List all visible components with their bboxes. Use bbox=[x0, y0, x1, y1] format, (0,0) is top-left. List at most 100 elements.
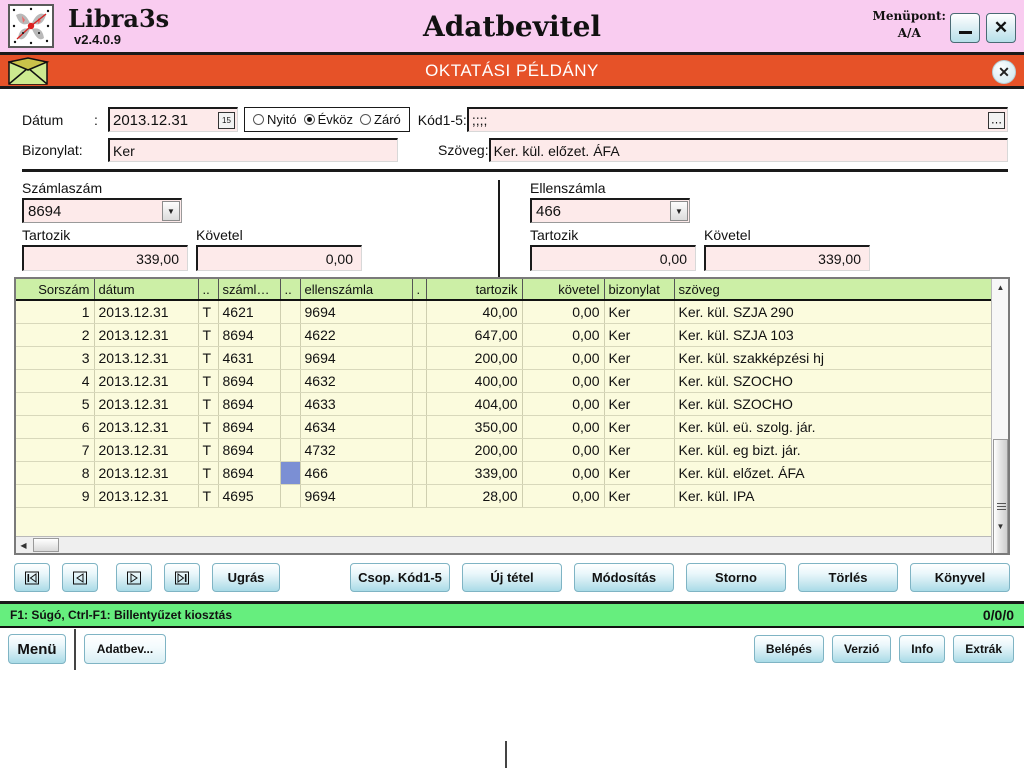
grid-horizontal-scrollbar[interactable]: ◀ bbox=[16, 536, 991, 553]
cell-dot[interactable] bbox=[412, 346, 427, 370]
cell-mark[interactable] bbox=[280, 300, 301, 324]
cell-szoveg[interactable]: Ker. kül. szakképzési hj bbox=[674, 346, 995, 370]
cell-dot[interactable] bbox=[412, 438, 427, 462]
prev-record-button[interactable] bbox=[62, 563, 98, 592]
cell-tk[interactable]: T bbox=[198, 346, 219, 370]
date-input[interactable]: 2013.12.31 15 bbox=[108, 107, 238, 132]
storno-button[interactable]: Storno bbox=[686, 563, 786, 592]
cell-tk[interactable]: T bbox=[198, 438, 219, 462]
column-header-datum[interactable]: dátum bbox=[94, 279, 199, 301]
radio-nyito[interactable]: Nyitó bbox=[253, 112, 297, 127]
cell-mark[interactable] bbox=[280, 323, 301, 347]
cell-mark[interactable] bbox=[280, 484, 301, 508]
cell-szoveg[interactable]: Ker. kül. SZOCHO bbox=[674, 369, 995, 393]
cell-szoveg[interactable]: Ker. kül. SZOCHO bbox=[674, 392, 995, 416]
cell-kovetel[interactable]: 0,00 bbox=[522, 461, 605, 485]
ugras-button[interactable]: Ugrás bbox=[212, 563, 280, 592]
cell-datum[interactable]: 2013.12.31 bbox=[94, 346, 199, 370]
column-header-bizonylat[interactable]: bizonylat bbox=[604, 279, 675, 301]
table-row[interactable]: 8 2013.12.31 T 8694 466 339,00 0,00 Ker Ker. kül… bbox=[16, 460, 995, 485]
cell-sorszam[interactable]: 7 bbox=[16, 438, 95, 462]
cell-sorszam[interactable]: 9 bbox=[16, 484, 95, 508]
cell-ellenszamla[interactable]: 9694 bbox=[300, 484, 413, 508]
cell-szoveg[interactable]: Ker. kül. eü. szolg. jár. bbox=[674, 415, 995, 439]
last-record-button[interactable] bbox=[164, 563, 200, 592]
cell-szoveg[interactable]: Ker. kül. eg bizt. jár. bbox=[674, 438, 995, 462]
belepes-button[interactable]: Belépés bbox=[753, 635, 824, 663]
cell-dot[interactable] bbox=[412, 484, 427, 508]
column-header-dot[interactable]: . bbox=[412, 279, 427, 301]
cell-sorszam[interactable]: 5 bbox=[16, 392, 95, 416]
cell-tartozik[interactable]: 339,00 bbox=[426, 461, 523, 485]
next-record-button[interactable] bbox=[116, 563, 152, 592]
column-header-kovetel[interactable]: követel bbox=[522, 279, 605, 301]
cell-szamla[interactable]: 8694 bbox=[218, 438, 281, 462]
column-header-sorszam[interactable]: Sorszám bbox=[16, 279, 95, 301]
cell-tk[interactable]: T bbox=[198, 300, 219, 324]
uj-tetel-button[interactable]: Új tétel bbox=[462, 563, 562, 592]
cell-kovetel[interactable]: 0,00 bbox=[522, 392, 605, 416]
cell-kovetel[interactable]: 0,00 bbox=[522, 346, 605, 370]
cell-mark[interactable] bbox=[280, 392, 301, 416]
triangle-up-icon[interactable]: ▲ bbox=[992, 279, 1008, 296]
cell-tartozik[interactable]: 404,00 bbox=[426, 392, 523, 416]
cell-kovetel[interactable]: 0,00 bbox=[522, 300, 605, 324]
table-row[interactable]: 3 2013.12.31 T 4631 9694 200,00 0,00 Ker Ker. kü… bbox=[16, 346, 995, 370]
szamlaszam-combo[interactable]: 8694 ▼ bbox=[22, 198, 182, 223]
first-record-button[interactable] bbox=[14, 563, 50, 592]
cell-bizonylat[interactable]: Ker bbox=[604, 300, 675, 324]
cell-ellenszamla[interactable]: 4622 bbox=[300, 323, 413, 347]
table-row[interactable]: 1 2013.12.31 T 4621 9694 40,00 0,00 Ker Ker. kül… bbox=[16, 300, 995, 324]
cell-kovetel[interactable]: 0,00 bbox=[522, 415, 605, 439]
cell-tk[interactable]: T bbox=[198, 415, 219, 439]
cell-ellenszamla[interactable]: 4632 bbox=[300, 369, 413, 393]
ellenszamla-kovetel-input[interactable]: 339,00 bbox=[704, 245, 870, 271]
cell-datum[interactable]: 2013.12.31 bbox=[94, 484, 199, 508]
cell-dot[interactable] bbox=[412, 323, 427, 347]
cell-tartozik[interactable]: 350,00 bbox=[426, 415, 523, 439]
torles-button[interactable]: Törlés bbox=[798, 563, 898, 592]
cell-szamla[interactable]: 4631 bbox=[218, 346, 281, 370]
cell-tk[interactable]: T bbox=[198, 369, 219, 393]
cell-ellenszamla[interactable]: 4732 bbox=[300, 438, 413, 462]
cell-sorszam[interactable]: 8 bbox=[16, 461, 95, 485]
cell-szamla[interactable]: 8694 bbox=[218, 369, 281, 393]
cell-mark[interactable] bbox=[280, 346, 301, 370]
cell-datum[interactable]: 2013.12.31 bbox=[94, 300, 199, 324]
cell-szoveg[interactable]: Ker. kül. IPA bbox=[674, 484, 995, 508]
ellenszamla-combo[interactable]: 466 ▼ bbox=[530, 198, 690, 223]
cell-mark[interactable] bbox=[280, 438, 301, 462]
cell-dot[interactable] bbox=[412, 369, 427, 393]
cell-kovetel[interactable]: 0,00 bbox=[522, 438, 605, 462]
column-header-ellenszamla[interactable]: ellenszámla bbox=[300, 279, 413, 301]
triangle-left-icon[interactable]: ◀ bbox=[16, 537, 31, 553]
cell-szamla[interactable]: 4695 bbox=[218, 484, 281, 508]
cell-tartozik[interactable]: 200,00 bbox=[426, 438, 523, 462]
cell-sorszam[interactable]: 3 bbox=[16, 346, 95, 370]
cell-datum[interactable]: 2013.12.31 bbox=[94, 415, 199, 439]
cell-tartozik[interactable]: 28,00 bbox=[426, 484, 523, 508]
modositas-button[interactable]: Módosítás bbox=[574, 563, 674, 592]
table-row[interactable]: 4 2013.12.31 T 8694 4632 400,00 0,00 Ker Ker. kü… bbox=[16, 369, 995, 393]
cell-ellenszamla[interactable]: 4633 bbox=[300, 392, 413, 416]
close-button[interactable]: ✕ bbox=[986, 13, 1016, 43]
column-header-szamla[interactable]: száml… bbox=[218, 279, 281, 301]
vscroll-thumb[interactable] bbox=[993, 439, 1008, 553]
cell-szoveg[interactable]: Ker. kül. SZJA 103 bbox=[674, 323, 995, 347]
table-row[interactable]: 5 2013.12.31 T 8694 4633 404,00 0,00 Ker Ker. kü… bbox=[16, 392, 995, 416]
szamlaszam-tartozik-input[interactable]: 339,00 bbox=[22, 245, 188, 271]
chevron-down-icon[interactable]: ▼ bbox=[670, 201, 688, 221]
cell-tartozik[interactable]: 200,00 bbox=[426, 346, 523, 370]
cell-dot[interactable] bbox=[412, 415, 427, 439]
cell-bizonylat[interactable]: Ker bbox=[604, 415, 675, 439]
table-row[interactable]: 7 2013.12.31 T 8694 4732 200,00 0,00 Ker Ker. kü… bbox=[16, 438, 995, 462]
extrak-button[interactable]: Extrák bbox=[953, 635, 1014, 663]
cell-mark[interactable] bbox=[279, 460, 301, 485]
ellipsis-icon[interactable]: ⋯ bbox=[988, 112, 1005, 129]
kod-input[interactable]: ;;;; ⋯ bbox=[466, 107, 1008, 132]
cell-tk[interactable]: T bbox=[198, 461, 219, 485]
cell-tk[interactable]: T bbox=[198, 392, 219, 416]
grid-vertical-scrollbar[interactable]: ▲ ▼ bbox=[991, 279, 1008, 553]
cell-bizonylat[interactable]: Ker bbox=[604, 484, 675, 508]
table-row[interactable]: 9 2013.12.31 T 4695 9694 28,00 0,00 Ker Ker. kül… bbox=[16, 484, 995, 508]
